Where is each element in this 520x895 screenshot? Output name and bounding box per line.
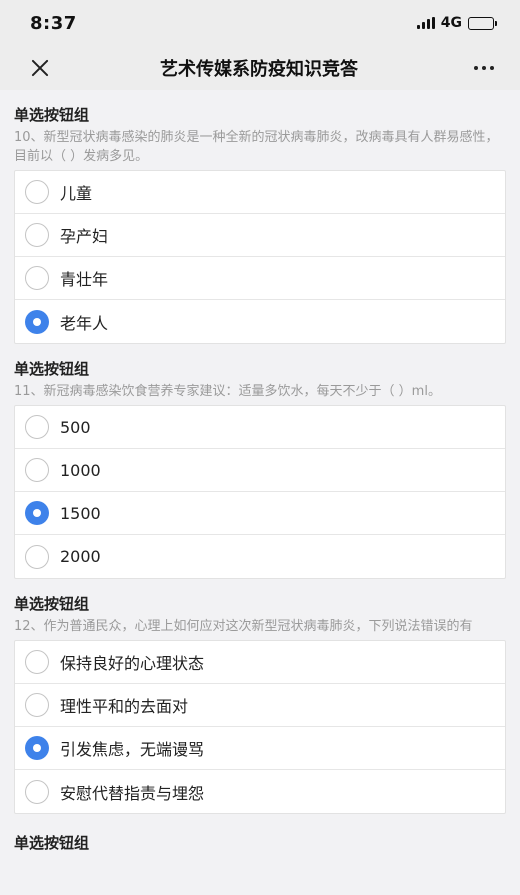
close-icon[interactable] bbox=[28, 56, 52, 80]
option-label: 500 bbox=[60, 417, 91, 437]
option-label: 1000 bbox=[60, 460, 101, 480]
option-label: 引发焦虑，无端谩骂 bbox=[60, 740, 205, 759]
option-label: 安慰代替指责与埋怨 bbox=[60, 783, 205, 803]
question-10: 单选按钮组 10、新型冠状病毒感染的肺炎是一种全新的冠状病毒肺炎，改病毒具有人群… bbox=[14, 90, 506, 344]
radio-option[interactable]: 安慰代替指责与埋怨 bbox=[15, 770, 505, 813]
radio-checked-icon[interactable] bbox=[25, 501, 49, 525]
radio-option[interactable]: 1000 bbox=[15, 449, 505, 492]
battery-icon bbox=[468, 16, 497, 30]
signal-icon bbox=[416, 17, 435, 29]
question-11: 单选按钮组 11、新冠病毒感染饮食营养专家建议：适量多饮水，每天不少于（ ）ml… bbox=[14, 344, 506, 579]
radio-icon[interactable] bbox=[25, 650, 49, 674]
radio-checked-icon[interactable] bbox=[25, 309, 49, 334]
radio-icon[interactable] bbox=[25, 223, 49, 247]
radio-group: 保持良好的心理状态 理性平和的去面对 引发焦虑，无端谩骂 安慰代替指责与埋怨 bbox=[14, 640, 506, 814]
question-text: 11、新冠病毒感染饮食营养专家建议：适量多饮水，每天不少于（ ）ml。 bbox=[14, 384, 441, 399]
radio-icon[interactable] bbox=[25, 458, 49, 482]
status-indicators: 4G bbox=[416, 15, 497, 31]
page-title: 艺术传媒系防疫知识竞答 bbox=[160, 59, 358, 80]
option-label: 青壮年 bbox=[60, 270, 109, 289]
radio-option[interactable]: 儿童 bbox=[15, 171, 505, 214]
radio-icon[interactable] bbox=[25, 544, 49, 569]
more-icon[interactable] bbox=[466, 56, 502, 80]
radio-icon[interactable] bbox=[25, 779, 49, 804]
radio-option[interactable]: 2000 bbox=[15, 535, 505, 578]
radio-option[interactable]: 孕产妇 bbox=[15, 214, 505, 257]
question-type-label: 单选按钮组 bbox=[14, 360, 90, 378]
radio-icon[interactable] bbox=[25, 180, 49, 204]
radio-option[interactable]: 1500 bbox=[15, 492, 505, 535]
radio-checked-icon[interactable] bbox=[25, 736, 49, 760]
radio-icon[interactable] bbox=[25, 266, 49, 290]
option-label: 保持良好的心理状态 bbox=[60, 654, 205, 673]
question-text: 12、作为普通民众，心理上如何应对这次新型冠状病毒肺炎，下列说法错误的有 bbox=[14, 619, 473, 634]
nav-bar: 艺术传媒系防疫知识竞答 bbox=[0, 46, 520, 90]
question-type-label: 单选按钮组 bbox=[14, 106, 90, 124]
question-text: 10、新型冠状病毒感染的肺炎是一种全新的冠状病毒肺炎，改病毒具有人群易感性，目前… bbox=[14, 130, 499, 164]
option-label: 2000 bbox=[60, 547, 101, 566]
question-type-label: 单选按钮组 bbox=[14, 595, 90, 613]
radio-icon[interactable] bbox=[25, 415, 49, 439]
radio-option[interactable]: 500 bbox=[15, 406, 505, 449]
option-label: 儿童 bbox=[60, 184, 93, 203]
quiz-content: 单选按钮组 10、新型冠状病毒感染的肺炎是一种全新的冠状病毒肺炎，改病毒具有人群… bbox=[0, 90, 520, 854]
radio-option[interactable]: 理性平和的去面对 bbox=[15, 684, 505, 727]
radio-group: 500 1000 1500 2000 bbox=[14, 405, 506, 579]
network-label: 4G bbox=[440, 15, 462, 31]
radio-option[interactable]: 引发焦虑，无端谩骂 bbox=[15, 727, 505, 770]
radio-option[interactable]: 青壮年 bbox=[15, 257, 505, 300]
option-label: 孕产妇 bbox=[60, 227, 109, 246]
question-type-label: 单选按钮组 bbox=[14, 834, 90, 852]
status-time: 8:37 bbox=[30, 12, 77, 34]
radio-group: 儿童 孕产妇 青壮年 老年人 bbox=[14, 170, 506, 344]
radio-option[interactable]: 保持良好的心理状态 bbox=[15, 641, 505, 684]
option-label: 理性平和的去面对 bbox=[60, 697, 189, 716]
status-bar: 8:37 4G bbox=[0, 0, 520, 46]
question-13: 单选按钮组 bbox=[14, 814, 506, 854]
radio-icon[interactable] bbox=[25, 693, 49, 717]
option-label: 老年人 bbox=[60, 313, 109, 333]
question-12: 单选按钮组 12、作为普通民众，心理上如何应对这次新型冠状病毒肺炎，下列说法错误… bbox=[14, 579, 506, 814]
radio-option[interactable]: 老年人 bbox=[15, 300, 505, 343]
option-label: 1500 bbox=[60, 503, 101, 523]
